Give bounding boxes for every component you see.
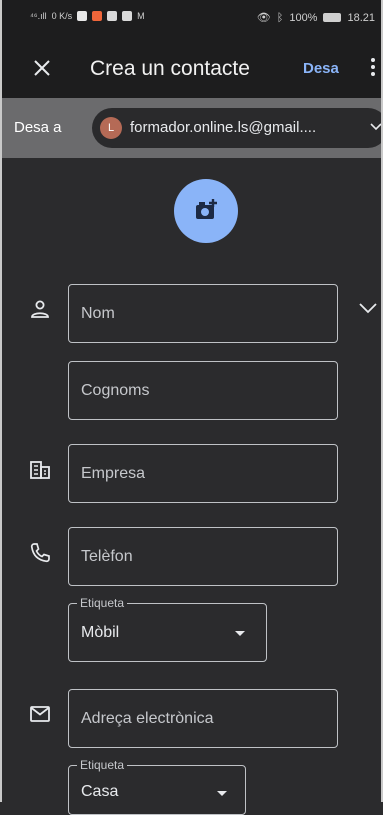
more-vert-icon bbox=[365, 58, 381, 76]
notification-icon bbox=[92, 11, 103, 21]
net-speed: 0 K/s bbox=[51, 11, 73, 21]
bluetooth-icon: ᛒ bbox=[276, 11, 284, 24]
notification-icon bbox=[77, 11, 88, 21]
save-to-label: Desa a bbox=[14, 119, 62, 136]
dropdown-arrow-icon bbox=[235, 631, 245, 636]
person-icon bbox=[31, 300, 49, 318]
status-right: 👁 ᛒ 100% 18.21 bbox=[256, 11, 375, 25]
account-email: formador.online.ls@gmail.... bbox=[130, 119, 317, 136]
email-label-legend: Etiqueta bbox=[77, 758, 128, 772]
email-placeholder: Adreça electrònica bbox=[81, 710, 214, 727]
last-name-input[interactable]: Cognoms bbox=[68, 361, 338, 420]
phone-placeholder: Telèfon bbox=[81, 548, 133, 565]
expand-name-button[interactable] bbox=[356, 296, 380, 320]
first-name-input[interactable]: Nom bbox=[68, 284, 338, 343]
add-photo-button[interactable] bbox=[174, 179, 238, 243]
phone-label-legend: Etiqueta bbox=[77, 596, 128, 610]
save-to-account-bar: Desa a L formador.online.ls@gmail.... bbox=[0, 98, 383, 158]
notification-icon bbox=[122, 11, 133, 21]
company-input[interactable]: Empresa bbox=[68, 444, 338, 503]
dropdown-arrow-icon bbox=[217, 791, 227, 796]
email-input[interactable]: Adreça electrònica bbox=[68, 689, 338, 748]
battery-icon bbox=[323, 13, 342, 22]
phone-label-value: Mòbil bbox=[81, 624, 120, 641]
phone-label-select[interactable]: Etiqueta Mòbil bbox=[68, 596, 267, 662]
more-options-button[interactable] bbox=[365, 56, 381, 80]
business-icon bbox=[30, 461, 50, 479]
save-button[interactable]: Desa bbox=[303, 60, 339, 77]
page-title: Crea un contacte bbox=[90, 57, 250, 80]
battery-percent: 100% bbox=[289, 11, 318, 24]
clock: 18.21 bbox=[347, 11, 375, 24]
account-selector[interactable]: L formador.online.ls@gmail.... bbox=[92, 108, 383, 148]
gmail-icon: M bbox=[137, 11, 145, 21]
app-bar: Crea un contacte Desa bbox=[0, 38, 383, 98]
status-bar: ⁴⁶.ıll 0 K/s M 👁 ᛒ 100% 18.21 bbox=[0, 0, 383, 38]
first-name-placeholder: Nom bbox=[81, 305, 115, 322]
close-button[interactable] bbox=[30, 56, 54, 80]
email-label-select[interactable]: Etiqueta Casa bbox=[68, 758, 246, 815]
signal-indicator: ⁴⁶.ıll bbox=[30, 11, 47, 21]
close-icon bbox=[34, 60, 50, 76]
notification-icon bbox=[107, 11, 118, 21]
add-photo-icon bbox=[196, 199, 217, 219]
chevron-down-icon bbox=[370, 123, 382, 131]
mail-icon bbox=[30, 706, 50, 722]
phone-icon bbox=[30, 543, 50, 563]
company-placeholder: Empresa bbox=[81, 465, 146, 482]
phone-input[interactable]: Telèfon bbox=[68, 527, 338, 586]
last-name-placeholder: Cognoms bbox=[81, 382, 150, 399]
avatar: L bbox=[100, 117, 122, 139]
email-label-value: Casa bbox=[81, 783, 119, 800]
status-left: ⁴⁶.ıll 0 K/s M bbox=[30, 11, 145, 21]
eye-icon: 👁 bbox=[256, 12, 271, 24]
